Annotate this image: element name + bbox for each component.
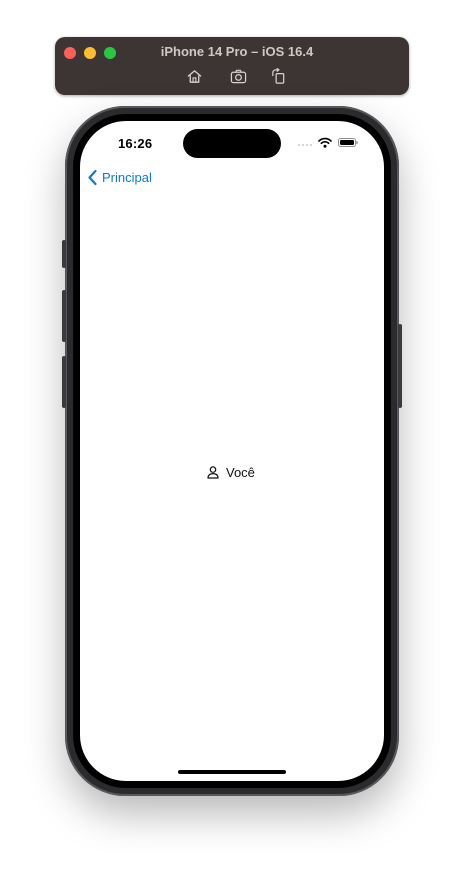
screenshot-button[interactable] xyxy=(229,67,247,85)
chevron-left-icon xyxy=(88,169,97,186)
home-icon xyxy=(187,69,201,83)
volume-down-button xyxy=(62,356,66,408)
power-button xyxy=(398,324,402,408)
rotate-icon xyxy=(271,67,284,84)
battery-icon xyxy=(338,138,358,147)
back-button-label: Principal xyxy=(102,170,152,185)
dynamic-island xyxy=(183,129,281,158)
volume-up-button xyxy=(62,290,66,342)
simulator-toolbar: iPhone 14 Pro – iOS 16.4 xyxy=(55,37,409,95)
iphone-device-frame: 16:26 Principal Você xyxy=(62,106,402,796)
profile-label-text: Você xyxy=(226,465,255,480)
back-button[interactable]: Principal xyxy=(87,169,152,186)
wifi-icon xyxy=(318,137,332,148)
cellular-signal-icon xyxy=(298,144,312,146)
simulator-title: iPhone 14 Pro – iOS 16.4 xyxy=(160,44,314,59)
home-button[interactable] xyxy=(185,67,203,85)
profile-label: Você xyxy=(207,465,255,480)
screenshot-icon xyxy=(230,69,246,83)
silent-switch xyxy=(62,240,66,268)
home-indicator[interactable] xyxy=(178,770,286,774)
status-bar-time: 16:26 xyxy=(118,136,153,151)
rotate-button[interactable] xyxy=(269,67,287,85)
person-icon xyxy=(207,466,219,479)
device-screen: 16:26 Principal Você xyxy=(80,121,384,781)
